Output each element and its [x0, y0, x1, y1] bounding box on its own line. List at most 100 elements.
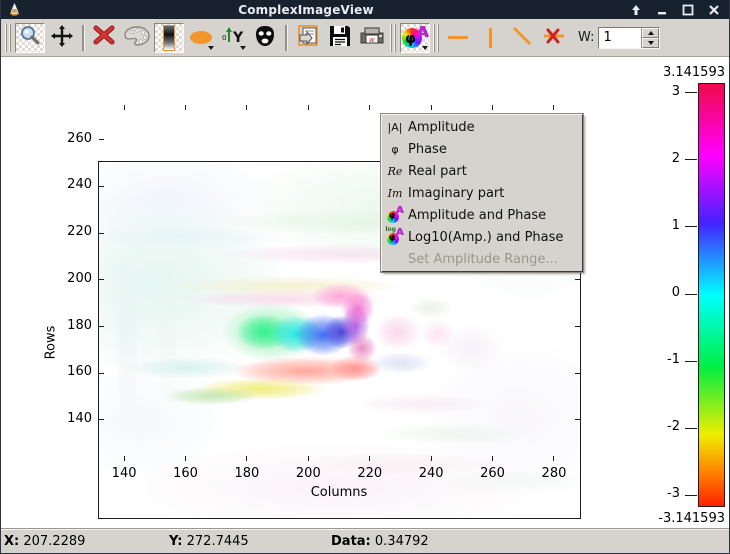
maximize-button[interactable]	[681, 3, 695, 17]
colorbar-max-label: 3.141593	[662, 65, 725, 80]
y-axis-label: Rows	[43, 325, 59, 360]
toolbar: Y 0 w φ A W: 1	[1, 19, 729, 57]
horizontal-line-icon	[448, 36, 468, 39]
delete-roi-button[interactable]	[90, 23, 120, 53]
svg-text:0: 0	[222, 34, 226, 42]
colorbar-tick-label: 2	[671, 150, 680, 166]
amplitude-phase-icon: φA	[386, 204, 404, 223]
menu-item-imaginary-part[interactable]: Im Imaginary part	[382, 182, 582, 204]
chevron-down-icon	[240, 45, 246, 50]
save-button[interactable]	[325, 23, 355, 53]
y-tick-label: 140	[67, 410, 92, 426]
complex-display-menu: |A| Amplitude φ Phase Re Real part Im Imaginary…	[380, 113, 584, 273]
profile-horizontal-button[interactable]	[443, 23, 473, 53]
window-title: ComplexImageView	[238, 2, 374, 17]
x-tick-label: 200	[295, 466, 321, 481]
x-tick-label: 260	[480, 466, 505, 481]
ellipse-roi-button[interactable]	[186, 23, 216, 53]
colorbar-toggle-button[interactable]	[154, 22, 184, 53]
complex-display-mode-button[interactable]: φA	[400, 22, 430, 53]
toolbar-separator	[82, 24, 85, 51]
menu-item-log10-amp-and-phase[interactable]: log φ A Log10(Amp.) and Phase	[382, 226, 582, 248]
width-spinbox[interactable]: 1	[598, 26, 661, 49]
imaginary-part-icon: Im	[387, 186, 403, 200]
y-tick-label: 220	[67, 224, 92, 240]
status-data: Data: 0.34792	[331, 534, 429, 549]
status-x: X: 207.2289	[4, 534, 86, 549]
profile-vertical-button[interactable]	[475, 23, 505, 53]
menu-item-amplitude[interactable]: |A| Amplitude	[382, 116, 582, 138]
colorbar-tick-label: -3	[667, 486, 680, 502]
triangle-up-icon	[647, 30, 654, 35]
colorbar-gradient	[699, 84, 724, 506]
status-y: Y: 272.7445	[169, 534, 249, 549]
y-tick-label: 200	[67, 270, 92, 286]
x-tick-label: 160	[173, 466, 198, 481]
real-part-icon: Re	[387, 164, 403, 178]
toolbar-grip[interactable]	[390, 23, 397, 52]
svg-text:w: w	[369, 36, 375, 44]
plot-canvas-area: 140 160 180 200 220 240 260 280 260 240 220 200 180 1…	[1, 57, 729, 529]
close-button[interactable]	[707, 3, 721, 17]
menu-item-amplitude-and-phase[interactable]: φ A Amplitude and Phase	[382, 204, 582, 226]
minimize-button[interactable]	[655, 3, 669, 17]
colorbar-tick-label: 3	[671, 83, 680, 99]
amplitude-icon: |A|	[387, 120, 403, 134]
window-controls	[585, 0, 729, 19]
palette-icon	[124, 25, 150, 50]
titlebar: ComplexImageView	[1, 0, 729, 19]
menu-item-phase[interactable]: φ Phase	[382, 138, 582, 160]
gradient-bar-icon	[163, 24, 175, 51]
phase-icon: φ	[391, 142, 399, 156]
profile-delete-button[interactable]	[539, 23, 569, 53]
x-tick-label: 180	[234, 466, 260, 481]
toolbar-grip[interactable]	[5, 23, 12, 52]
spin-down-button[interactable]	[642, 37, 660, 48]
diagonal-line-icon	[512, 26, 532, 50]
spinner-buttons	[641, 27, 660, 48]
colorbar-tick-label: -1	[667, 352, 680, 368]
app-flame-icon	[1, 0, 27, 19]
move-arrows-icon	[50, 24, 74, 52]
copy-view-button[interactable]	[293, 23, 323, 53]
width-value[interactable]: 1	[599, 30, 641, 45]
width-label: W:	[578, 30, 595, 45]
profile-diagonal-button[interactable]	[507, 23, 537, 53]
palette-button[interactable]	[122, 23, 152, 53]
y-tick-label: 240	[67, 177, 92, 193]
y-tick-label: 260	[67, 130, 92, 146]
log-amplitude-phase-icon: log φ A	[385, 225, 404, 245]
svg-text:Y: Y	[232, 30, 244, 46]
x-tick-label: 220	[357, 466, 383, 481]
red-cross-icon	[93, 25, 117, 51]
menu-item-real-part[interactable]: Re Real part	[382, 160, 582, 182]
toolbar-grip[interactable]	[433, 23, 440, 52]
chevron-down-icon	[208, 45, 214, 50]
x-tick-label: 280	[541, 466, 567, 481]
axes-mode-button[interactable]: Y 0	[218, 23, 248, 53]
x-tick-label: 140	[111, 466, 137, 481]
chevron-down-icon	[422, 45, 428, 50]
clipboard-copy-icon	[295, 23, 321, 53]
orange-ellipse-icon	[190, 31, 212, 44]
floppy-disk-icon	[328, 24, 352, 52]
triangle-down-icon	[647, 40, 654, 45]
delete-line-icon	[542, 27, 566, 49]
vertical-line-icon	[488, 27, 492, 48]
colorbar	[698, 83, 725, 507]
zoom-button[interactable]	[15, 22, 45, 53]
spin-up-button[interactable]	[642, 27, 660, 38]
print-button[interactable]: w	[357, 23, 387, 53]
mask-icon	[253, 24, 277, 52]
shade-button[interactable]	[629, 3, 643, 17]
colorbar-tick-label: -2	[667, 419, 680, 435]
printer-icon: w	[359, 25, 385, 51]
menu-item-set-amplitude-range: Set Amplitude Range...	[408, 251, 558, 267]
colorbar-tick-label: 1	[671, 217, 680, 233]
pan-button[interactable]	[47, 23, 77, 53]
colorbar-tick-label: 0	[671, 285, 680, 300]
x-axis-label: Columns	[310, 485, 368, 500]
app-window: ComplexImageView Y 0 w φ A W: 1 140 160 …	[0, 0, 730, 554]
mask-button[interactable]	[250, 23, 280, 53]
toolbar-separator	[285, 24, 288, 51]
